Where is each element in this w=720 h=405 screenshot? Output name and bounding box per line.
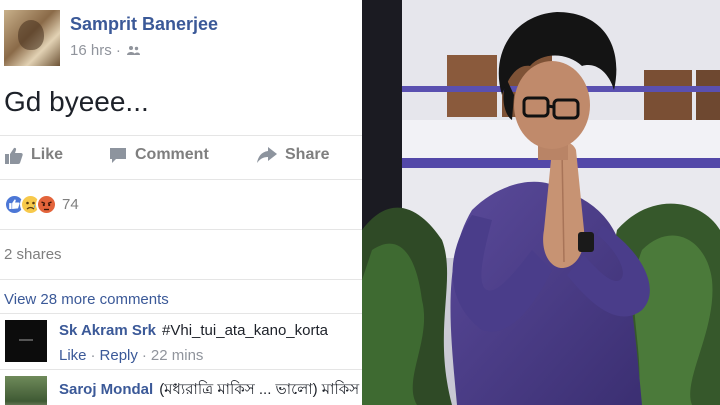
facebook-post-card: Samprit Banerjee 16 hrs · Gd byeee... Li… <box>0 0 362 405</box>
thumbs-up-icon <box>5 147 23 164</box>
meta-separator: · <box>90 347 96 364</box>
comment-reply-link[interactable]: Reply <box>100 347 138 364</box>
commenter-avatar[interactable] <box>5 376 47 405</box>
comment-meta: Like · Reply · 22 mins <box>59 347 203 364</box>
reaction-count: 74 <box>62 195 79 213</box>
commenter-name[interactable]: Saroj Mondal (মধ্যরাত্রি মাকিস ... ভালো) … <box>59 378 359 403</box>
post-text: Gd byeee... <box>4 86 149 117</box>
comment-text: (মধ্যরাত্রি মাকিস ... ভালো) মাকিস <box>159 381 360 398</box>
photo-illustration <box>362 0 720 405</box>
divider <box>0 313 362 314</box>
divider <box>0 179 362 180</box>
shares-count[interactable]: 2 shares <box>4 246 62 263</box>
view-more-comments-link[interactable]: View 28 more comments <box>4 291 169 308</box>
comment-time[interactable]: 22 mins <box>151 347 204 364</box>
comment-item: Saroj Mondal (মধ্যরাত্রি মাকিস ... ভালো) … <box>0 370 362 405</box>
author-avatar[interactable] <box>4 10 60 66</box>
comment-like-link[interactable]: Like <box>59 347 87 364</box>
comment-item: Sk Akram Srk #Vhi_tui_ata_kano_korta Like… <box>0 316 362 368</box>
post-meta: 16 hrs · <box>70 42 141 59</box>
share-label: Share <box>285 146 330 163</box>
comment-icon <box>110 147 126 163</box>
post-photo[interactable] <box>362 0 720 405</box>
post-actions-bar: Like Comment Share <box>0 136 362 178</box>
divider <box>0 229 362 230</box>
commenter-name[interactable]: Sk Akram Srk #Vhi_tui_ata_kano_korta <box>59 322 328 339</box>
angry-reaction-icon <box>36 193 57 215</box>
comment-text: #Vhi_tui_ata_kano_korta <box>162 322 328 339</box>
share-button[interactable]: Share <box>257 146 329 164</box>
reactions-summary[interactable]: 74 <box>4 192 79 216</box>
divider <box>0 279 362 280</box>
meta-separator: · <box>141 347 147 364</box>
commenter-name-text: Saroj Mondal <box>59 381 154 398</box>
share-arrow-icon <box>257 147 277 163</box>
like-button[interactable]: Like <box>5 146 63 164</box>
post-header: Samprit Banerjee 16 hrs · <box>0 0 362 70</box>
author-name[interactable]: Samprit Banerjee <box>70 14 218 35</box>
meta-separator: · <box>115 42 126 59</box>
commenter-name-text: Sk Akram Srk <box>59 322 157 339</box>
friends-audience-icon[interactable] <box>127 45 141 56</box>
comment-button[interactable]: Comment <box>109 146 209 164</box>
post-time[interactable]: 16 hrs <box>70 42 112 59</box>
comment-label: Comment <box>135 146 209 163</box>
commenter-avatar[interactable] <box>5 320 47 362</box>
like-label: Like <box>31 146 64 163</box>
